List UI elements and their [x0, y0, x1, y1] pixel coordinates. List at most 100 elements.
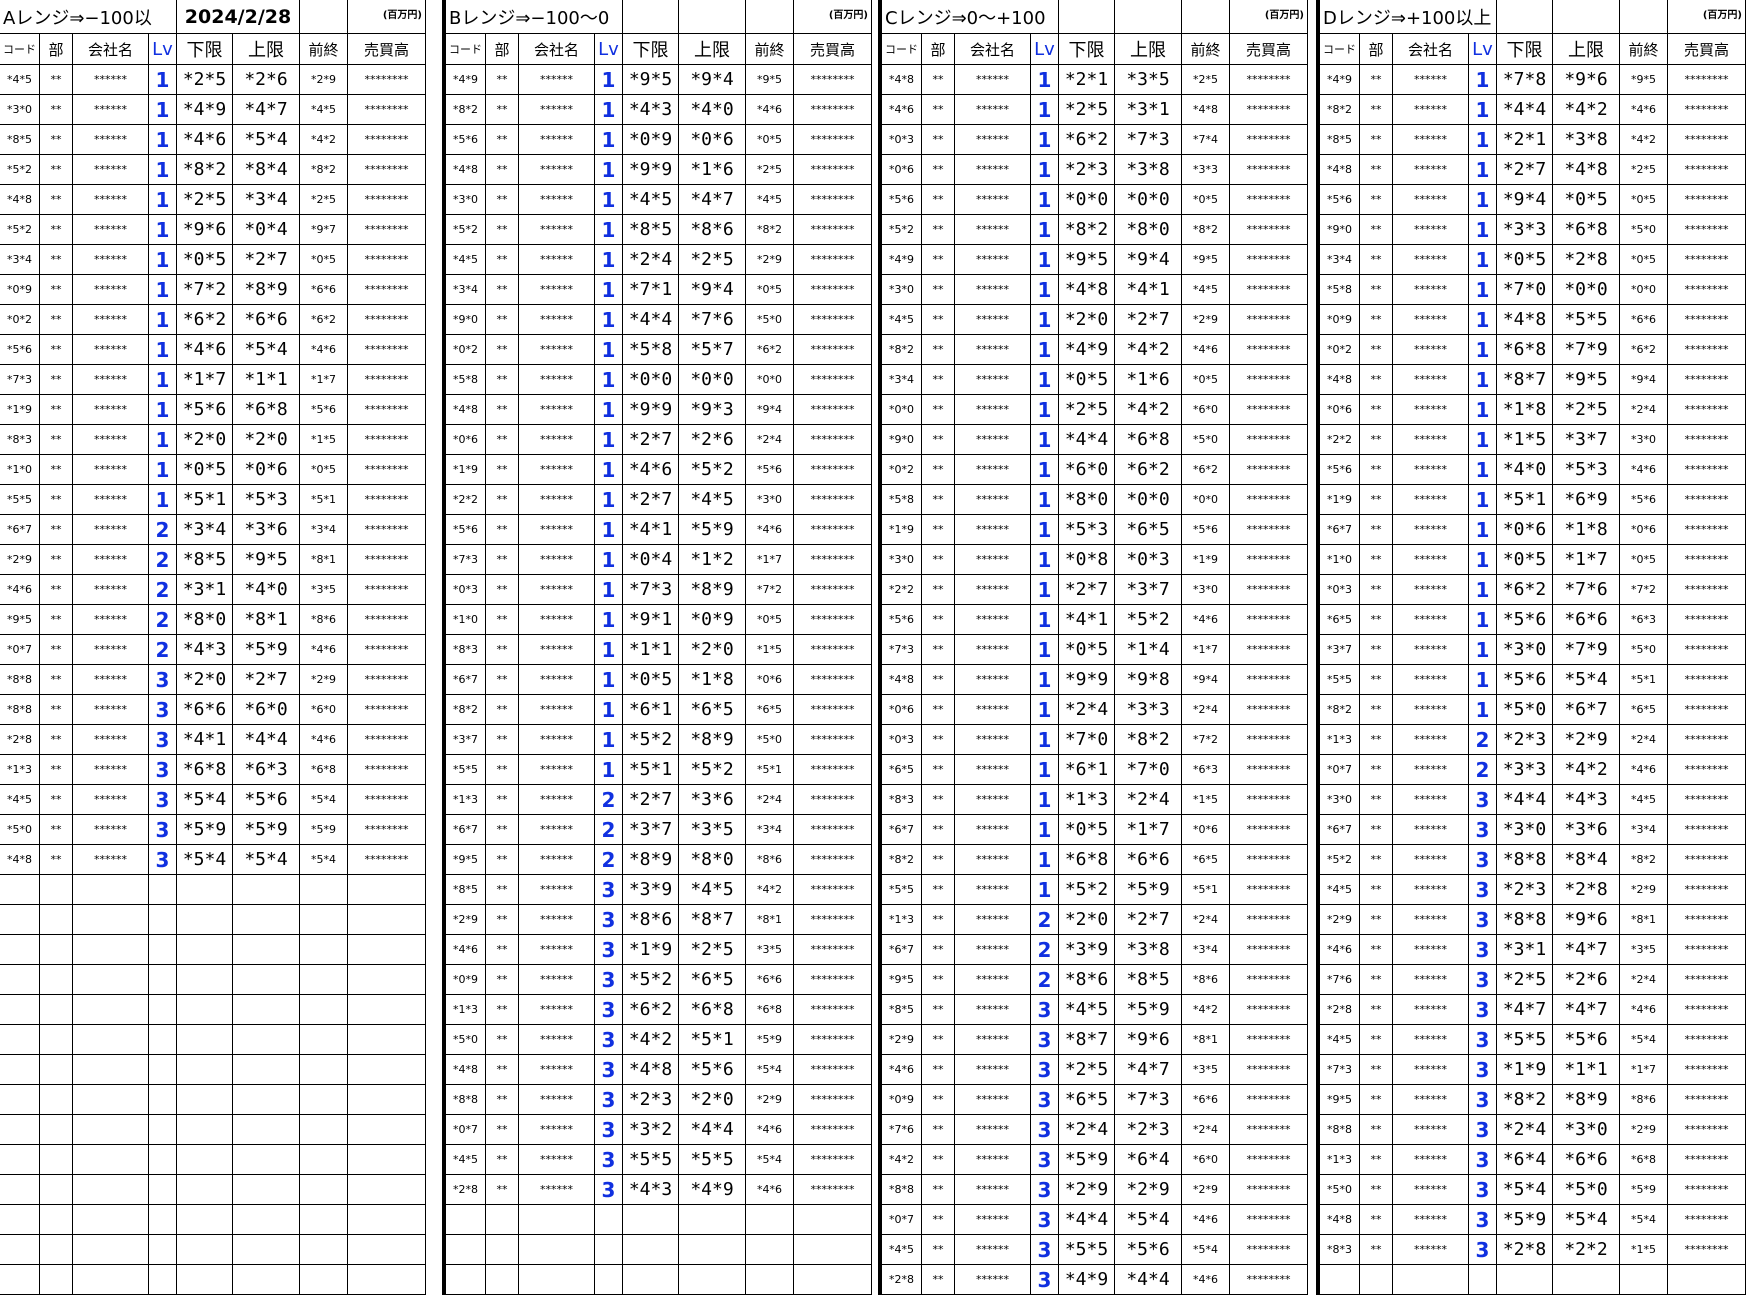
cell-prev-close[interactable]: *6*0: [1182, 395, 1230, 425]
cell-code[interactable]: *6*7: [1320, 515, 1360, 545]
cell-upper[interactable]: *6*6: [1115, 845, 1182, 875]
cell-upper[interactable]: *3*6: [679, 785, 746, 815]
cell-dept[interactable]: **: [922, 395, 955, 425]
cell-company[interactable]: ******: [519, 785, 595, 815]
cell-company[interactable]: ******: [73, 815, 149, 845]
empty-cell[interactable]: [177, 1115, 233, 1145]
cell-dept[interactable]: **: [1360, 215, 1393, 245]
cell-dept[interactable]: **: [486, 65, 519, 95]
cell-dept[interactable]: **: [486, 125, 519, 155]
cell-code[interactable]: *1*0: [1320, 545, 1360, 575]
cell-lv[interactable]: 3: [1469, 1205, 1497, 1235]
cell-company[interactable]: ******: [1393, 365, 1469, 395]
cell-volume[interactable]: ********: [794, 365, 872, 395]
cell-code[interactable]: *0*9: [446, 965, 486, 995]
cell-lv[interactable]: 1: [1469, 635, 1497, 665]
cell-code[interactable]: *8*2: [1320, 95, 1360, 125]
cell-lower[interactable]: *3*9: [623, 875, 679, 905]
cell-volume[interactable]: ********: [1230, 725, 1308, 755]
cell-company[interactable]: ******: [519, 995, 595, 1025]
column-header-code[interactable]: コード: [0, 34, 40, 65]
cell-code[interactable]: *6*7: [446, 665, 486, 695]
cell-prev-close[interactable]: *4*5: [746, 185, 794, 215]
cell-upper[interactable]: *4*3: [1553, 785, 1620, 815]
cell-prev-close[interactable]: *1*9: [1182, 545, 1230, 575]
empty-cell[interactable]: [149, 1235, 177, 1265]
cell-dept[interactable]: **: [486, 935, 519, 965]
cell-lv[interactable]: 2: [1031, 935, 1059, 965]
cell-company[interactable]: ******: [519, 725, 595, 755]
cell-code[interactable]: *8*5: [446, 875, 486, 905]
cell-prev-close[interactable]: *5*4: [746, 1055, 794, 1085]
column-header-volume[interactable]: 売買高: [1230, 34, 1308, 65]
cell-code[interactable]: *9*0: [882, 425, 922, 455]
empty-cell[interactable]: [40, 965, 73, 995]
cell-volume[interactable]: ********: [794, 905, 872, 935]
cell-lower[interactable]: *2*3: [1059, 155, 1115, 185]
cell-upper[interactable]: *5*4: [233, 335, 300, 365]
cell-upper[interactable]: *2*8: [1553, 245, 1620, 275]
cell-volume[interactable]: ********: [1668, 605, 1746, 635]
cell-upper[interactable]: *8*7: [679, 905, 746, 935]
cell-prev-close[interactable]: *8*6: [746, 845, 794, 875]
column-header-prev-close[interactable]: 前終: [1182, 34, 1230, 65]
cell-lv[interactable]: 1: [149, 95, 177, 125]
cell-prev-close[interactable]: *2*4: [1620, 725, 1668, 755]
empty-cell[interactable]: [40, 1115, 73, 1145]
empty-cell[interactable]: [149, 905, 177, 935]
cell-volume[interactable]: ********: [1668, 755, 1746, 785]
cell-dept[interactable]: **: [1360, 545, 1393, 575]
cell-lv[interactable]: 3: [595, 1175, 623, 1205]
cell-dept[interactable]: **: [40, 185, 73, 215]
cell-company[interactable]: ******: [519, 815, 595, 845]
cell-dept[interactable]: **: [1360, 995, 1393, 1025]
cell-prev-close[interactable]: *2*5: [746, 155, 794, 185]
cell-code[interactable]: *1*3: [0, 755, 40, 785]
cell-code[interactable]: *3*0: [1320, 785, 1360, 815]
cell-lower[interactable]: *2*3: [623, 1085, 679, 1115]
cell-upper[interactable]: *5*4: [1553, 665, 1620, 695]
cell-volume[interactable]: ********: [1668, 785, 1746, 815]
cell-lower[interactable]: *8*9: [623, 845, 679, 875]
cell-code[interactable]: *3*4: [882, 365, 922, 395]
cell-code[interactable]: *4*5: [446, 245, 486, 275]
cell-company[interactable]: ******: [1393, 905, 1469, 935]
cell-volume[interactable]: ********: [1230, 665, 1308, 695]
cell-code[interactable]: *2*8: [882, 1265, 922, 1295]
cell-prev-close[interactable]: *5*0: [746, 725, 794, 755]
cell-lower[interactable]: *4*0: [1497, 455, 1553, 485]
cell-lv[interactable]: 3: [595, 1055, 623, 1085]
cell-volume[interactable]: ********: [1230, 605, 1308, 635]
cell-prev-close[interactable]: *2*4: [746, 425, 794, 455]
cell-code[interactable]: *0*9: [882, 1085, 922, 1115]
cell-prev-close[interactable]: *4*6: [1182, 1265, 1230, 1295]
cell-code[interactable]: *5*6: [882, 185, 922, 215]
empty-cell[interactable]: [519, 1265, 595, 1295]
cell-code[interactable]: *0*2: [446, 335, 486, 365]
cell-lv[interactable]: 1: [1469, 485, 1497, 515]
cell-code[interactable]: *0*6: [446, 425, 486, 455]
title-blank-cell[interactable]: [746, 0, 794, 34]
cell-volume[interactable]: ********: [1230, 1175, 1308, 1205]
cell-lower[interactable]: *5*9: [1497, 1205, 1553, 1235]
empty-cell[interactable]: [149, 1145, 177, 1175]
cell-dept[interactable]: **: [40, 155, 73, 185]
column-header-dept[interactable]: 部: [1360, 34, 1393, 65]
cell-code[interactable]: *5*6: [882, 605, 922, 635]
cell-lv[interactable]: 1: [595, 305, 623, 335]
cell-dept[interactable]: **: [922, 245, 955, 275]
column-header-prev-close[interactable]: 前終: [1620, 34, 1668, 65]
cell-lower[interactable]: *5*5: [623, 1145, 679, 1175]
cell-prev-close[interactable]: *2*9: [746, 245, 794, 275]
cell-prev-close[interactable]: *3*0: [1620, 425, 1668, 455]
cell-prev-close[interactable]: *5*1: [1620, 665, 1668, 695]
cell-upper[interactable]: *4*7: [1553, 935, 1620, 965]
cell-company[interactable]: ******: [1393, 755, 1469, 785]
cell-volume[interactable]: ********: [1230, 515, 1308, 545]
cell-dept[interactable]: **: [1360, 455, 1393, 485]
cell-prev-close[interactable]: *4*2: [300, 125, 348, 155]
cell-upper[interactable]: *8*6: [679, 215, 746, 245]
cell-code[interactable]: *5*2: [882, 215, 922, 245]
empty-cell[interactable]: [233, 1205, 300, 1235]
cell-volume[interactable]: ********: [348, 395, 426, 425]
